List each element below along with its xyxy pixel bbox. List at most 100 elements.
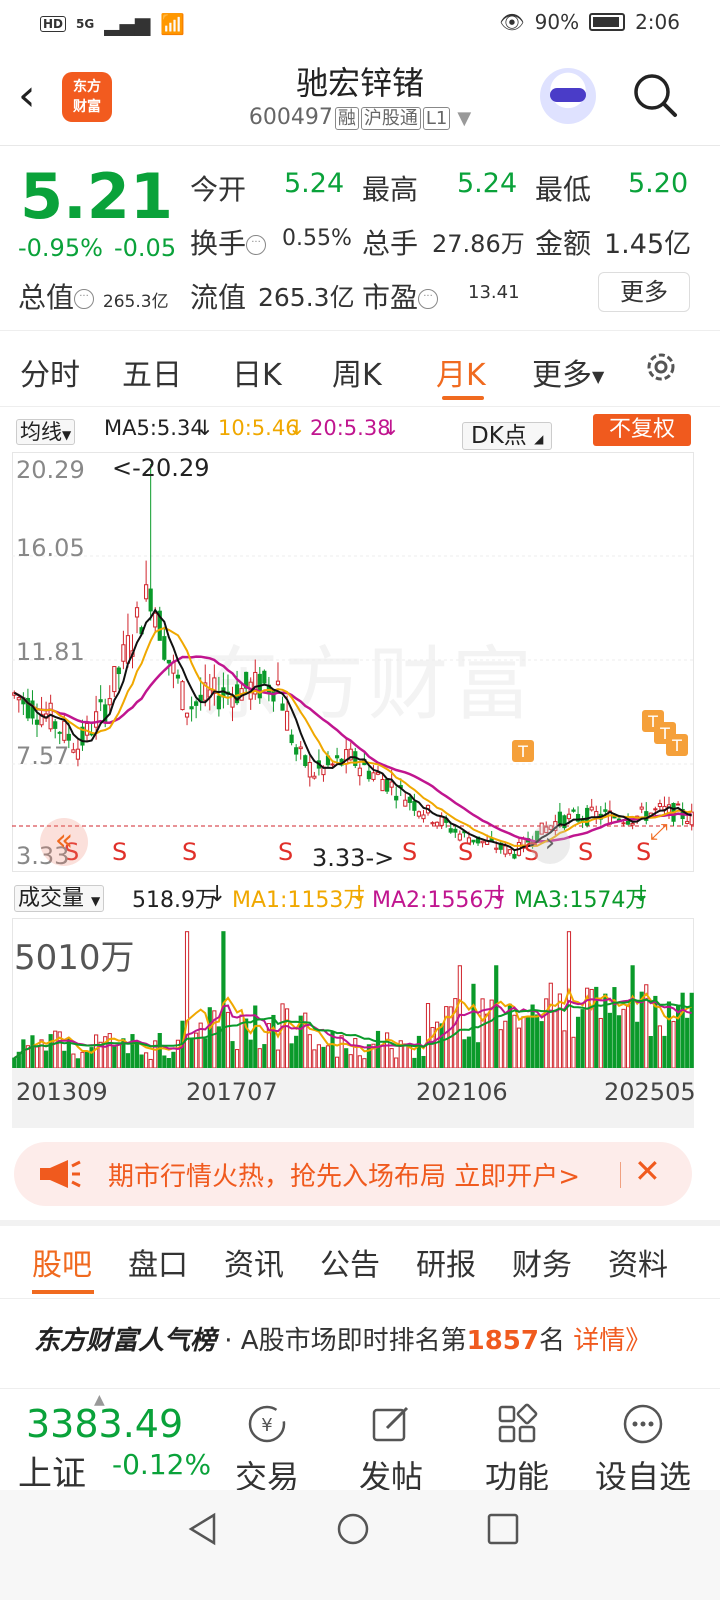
volume-bar: [344, 1048, 349, 1068]
volume-bar: [171, 1051, 176, 1068]
tab-profile[interactable]: 资料: [608, 1240, 668, 1284]
volume-bar: [30, 1035, 35, 1068]
expand-icon[interactable]: ⤢: [650, 820, 668, 845]
scroll-left-button[interactable]: «: [40, 818, 88, 866]
tab-research[interactable]: 研报: [416, 1240, 476, 1284]
ma-selector[interactable]: 均线▼: [16, 416, 76, 446]
post-button[interactable]: 发帖: [336, 1402, 446, 1498]
turnover-label: 换手 ···: [190, 222, 267, 262]
popularity-rank[interactable]: 东方财富人气榜 · A股市场即时排名第1857名 详情》: [34, 1320, 651, 1357]
candle-body: [298, 746, 303, 750]
candle-body: [412, 801, 417, 811]
volume-bar: [162, 1055, 167, 1068]
candle-body: [180, 681, 185, 711]
sell-signal-marker: S: [182, 838, 197, 866]
tab-daily[interactable]: 日K: [232, 350, 282, 394]
tab-monthly[interactable]: 月K: [436, 350, 486, 394]
nav-recents-icon[interactable]: [486, 1512, 520, 1546]
promo-banner[interactable]: 期市行情火热，抢先入场布局 立即开户> ✕: [14, 1142, 692, 1206]
tab-announcements[interactable]: 公告: [320, 1240, 380, 1284]
scroll-right-button[interactable]: ›: [530, 824, 570, 864]
candle-body: [589, 806, 594, 811]
adjust-toggle-button[interactable]: 不复权: [593, 414, 691, 446]
stock-subtitle[interactable]: 600497 融沪股通 L1 ▼: [0, 104, 720, 130]
dropdown-icon[interactable]: ▼: [457, 108, 471, 129]
market-value-label: 总值 ··· 265.3亿: [18, 281, 169, 314]
candle-body: [675, 803, 681, 806]
candle-body: [189, 706, 194, 710]
tab-intraday[interactable]: 分时: [20, 350, 80, 394]
battery-icon: [589, 13, 626, 31]
y-tick-3: 11.81: [16, 638, 85, 666]
tab-more[interactable]: 更多▼: [532, 350, 604, 394]
volume-bar: [21, 1039, 26, 1068]
candle-body: [480, 840, 485, 844]
volume-bar: [421, 1055, 426, 1068]
signal-icon: ▂▄▆: [104, 12, 151, 36]
volume-bar: [607, 1012, 612, 1068]
volume-bar: [230, 1041, 235, 1068]
add-watchlist-button[interactable]: 设自选: [588, 1402, 698, 1498]
candle-body: [657, 803, 662, 808]
candle-body: [107, 698, 112, 706]
robot-avatar[interactable]: [540, 68, 596, 124]
tab-weekly[interactable]: 周K: [332, 350, 382, 394]
functions-button[interactable]: 功能: [462, 1402, 572, 1498]
gear-icon[interactable]: [642, 348, 680, 386]
market-value: 265.3亿: [102, 292, 169, 312]
volume-selector[interactable]: 成交量 ▼: [14, 880, 105, 912]
nav-back-icon[interactable]: [186, 1512, 220, 1546]
candle-body: [144, 584, 149, 600]
close-icon[interactable]: ✕: [634, 1152, 661, 1190]
volume-bar: [94, 1034, 99, 1068]
candle-body: [407, 796, 412, 803]
y-tick-max: 20.29: [16, 456, 85, 484]
eye-icon: 👁: [499, 10, 525, 34]
trade-button[interactable]: ¥ 交易: [212, 1402, 322, 1498]
low-value: 5.20: [628, 168, 689, 199]
sell-signal-marker: S: [402, 838, 417, 866]
candle-body: [216, 695, 221, 710]
index-value[interactable]: 3383.49: [26, 1402, 183, 1446]
rank-detail-link[interactable]: 详情》: [573, 1326, 651, 1356]
volume-bar: [548, 982, 553, 1068]
volume-bar: [530, 1004, 535, 1068]
arrow-down-icon: ↓: [632, 882, 651, 907]
candle-body: [148, 588, 153, 612]
sell-signal-marker: S: [112, 838, 127, 866]
volume-bar: [125, 1053, 131, 1068]
nav-home-icon[interactable]: [336, 1512, 370, 1546]
volume-bar: [221, 931, 226, 1068]
volume-readout: 518.9万: [132, 888, 217, 913]
tab-forum[interactable]: 股吧: [32, 1240, 92, 1284]
rank-brand: 东方财富人气榜: [34, 1326, 217, 1356]
volume-bar: [571, 1036, 576, 1068]
arrow-down-icon: ↓: [196, 416, 214, 440]
candle-body: [153, 612, 158, 628]
more-quote-button[interactable]: 更多: [598, 272, 690, 312]
volume-bar: [357, 1055, 362, 1068]
candle-body: [366, 770, 372, 780]
volume-bar: [553, 1010, 558, 1068]
grid-icon: [498, 1403, 538, 1443]
volume-label: 总手: [362, 227, 419, 260]
volume-bar: [130, 1034, 135, 1068]
tab-orderbook[interactable]: 盘口: [128, 1240, 188, 1284]
yen-cycle-icon: ¥: [248, 1405, 286, 1443]
kline-svg: SSSSSSSSS TTTT: [12, 464, 694, 866]
banner-text: 期市行情火热，抢先入场布局 立即开户>: [108, 1162, 581, 1192]
index-name[interactable]: 上证: [18, 1446, 86, 1495]
volume-bar: [84, 1050, 90, 1068]
tab-news[interactable]: 资讯: [224, 1240, 284, 1284]
tab-five-day[interactable]: 五日: [122, 350, 182, 394]
sell-signal-marker: S: [278, 838, 293, 866]
volume-bar: [475, 1042, 481, 1068]
volume-bar: [625, 1004, 631, 1068]
search-icon[interactable]: [632, 72, 678, 118]
tab-finance[interactable]: 财务: [512, 1240, 572, 1284]
dk-selector[interactable]: DK点 ◢: [462, 416, 553, 450]
volume-bar: [71, 1053, 76, 1068]
volume-bar: [248, 1039, 253, 1068]
volume-bar: [34, 1046, 40, 1068]
candle-body: [84, 723, 90, 736]
